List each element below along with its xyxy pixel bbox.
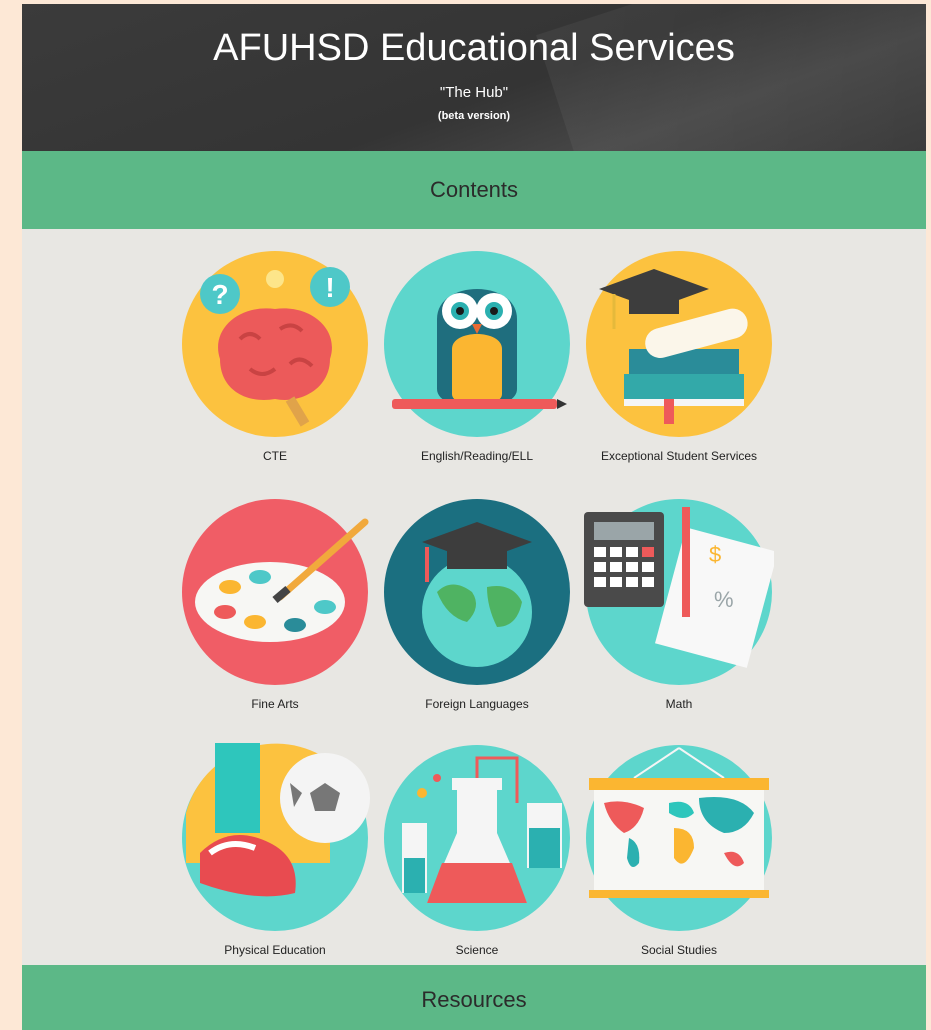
calculator-icon: % $ <box>584 499 774 685</box>
beta-label: (beta version) <box>437 110 511 122</box>
tile-physical-education[interactable]: Physical Education <box>175 743 375 957</box>
tile-label: Exceptional Student Services <box>600 449 758 463</box>
lab-flask-icon <box>384 745 570 931</box>
tile-foreign-languages[interactable]: Foreign Languages <box>377 497 577 711</box>
tile-label: English/Reading/ELL <box>420 449 534 463</box>
brain-icon: ? ! <box>182 251 368 437</box>
svg-text:?: ? <box>211 279 228 310</box>
tile-math[interactable]: % $ Math <box>579 497 779 711</box>
contents-heading: Contents <box>22 151 926 229</box>
tile-label: Math <box>665 697 693 711</box>
paint-palette-icon <box>182 499 369 685</box>
site-subtitle: "The Hub" <box>439 84 509 101</box>
svg-text:%: % <box>714 587 734 612</box>
owl-icon <box>384 251 570 437</box>
world-map-icon <box>586 745 772 931</box>
tile-label: CTE <box>263 449 287 463</box>
tile-science[interactable]: Science <box>377 743 577 957</box>
svg-text:$: $ <box>709 542 721 567</box>
tile-cte[interactable]: ? ! CTE <box>175 249 375 463</box>
soccer-cleat-icon <box>182 743 370 931</box>
svg-text:!: ! <box>325 272 334 303</box>
tile-label: Social Studies <box>640 943 718 957</box>
tile-label: Fine Arts <box>251 697 299 711</box>
tile-label: Science <box>455 943 499 957</box>
graduation-books-icon <box>586 251 772 437</box>
tile-exceptional-student-services[interactable]: Exceptional Student Services <box>579 249 779 463</box>
page: AFUHSD Educational Services "The Hub" (b… <box>22 4 926 1030</box>
contents-grid: ? ! CTE English/Reading/ELL Exceptional … <box>22 229 926 965</box>
site-header: AFUHSD Educational Services "The Hub" (b… <box>22 4 926 151</box>
tile-label: Physical Education <box>224 943 326 957</box>
resources-heading: Resources <box>22 965 926 1030</box>
tile-label: Foreign Languages <box>425 697 529 711</box>
globe-graduation-cap-icon <box>384 499 570 685</box>
tile-english-reading-ell[interactable]: English/Reading/ELL <box>377 249 577 463</box>
tile-social-studies[interactable]: Social Studies <box>579 743 779 957</box>
site-title: AFUHSD Educational Services <box>213 27 735 69</box>
tile-fine-arts[interactable]: Fine Arts <box>175 497 375 711</box>
